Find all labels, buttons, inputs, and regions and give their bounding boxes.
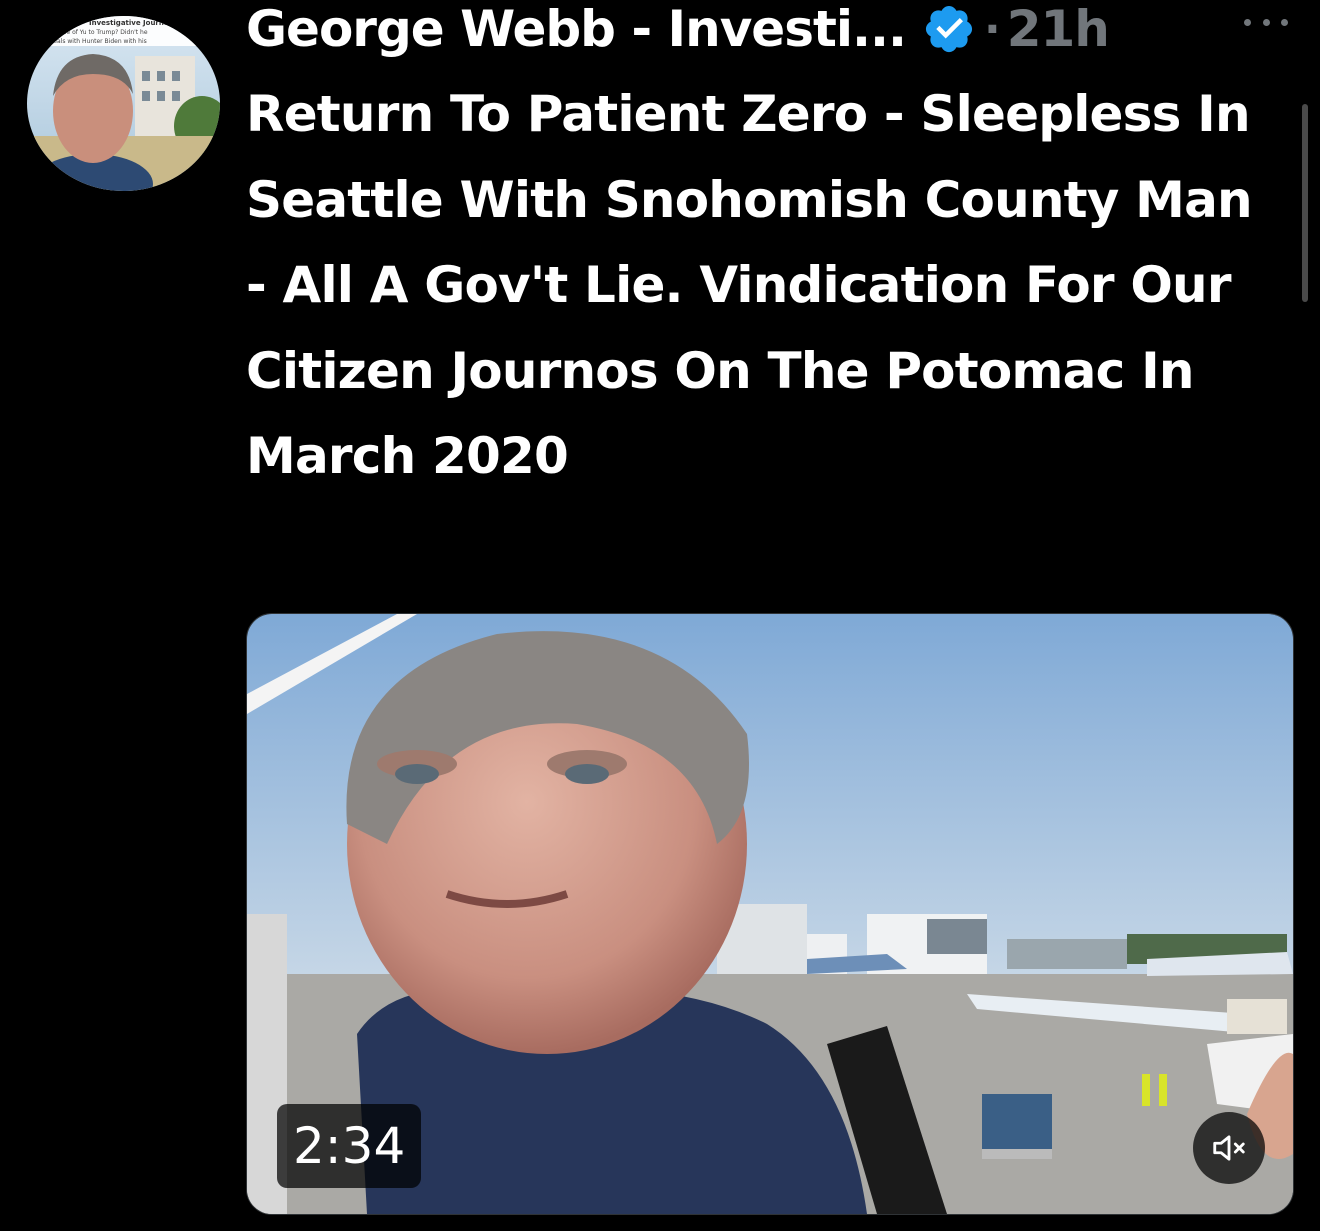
more-options-icon[interactable]: [1244, 10, 1288, 34]
timestamp[interactable]: 21h: [1007, 0, 1110, 58]
verified-badge-icon[interactable]: [922, 2, 976, 56]
author-name[interactable]: George Webb - Investi...: [246, 0, 907, 58]
speaker-muted-icon: [1213, 1135, 1245, 1161]
avatar-caption-3: ons deals with Hunter Biden with his: [37, 38, 147, 45]
avatar-caption-2: ame of Yu to Trump? Didn't he: [57, 29, 148, 36]
mute-button[interactable]: [1193, 1112, 1265, 1184]
avatar-image: Investigative Journalist ame of Yu to Tr…: [27, 16, 220, 191]
avatar[interactable]: Investigative Journalist ame of Yu to Tr…: [27, 16, 220, 191]
video-player[interactable]: 2:34: [246, 613, 1294, 1215]
tweet-text: Return To Patient Zero - Sleepless In Se…: [246, 85, 1253, 485]
avatar-caption-1: Investigative Journalist: [89, 19, 182, 27]
tweet-header: George Webb - Investi... · 21h: [246, 0, 1306, 62]
separator-dot: ·: [983, 3, 1001, 55]
video-duration: 2:34: [277, 1104, 422, 1188]
scrollbar[interactable]: [1302, 104, 1308, 302]
